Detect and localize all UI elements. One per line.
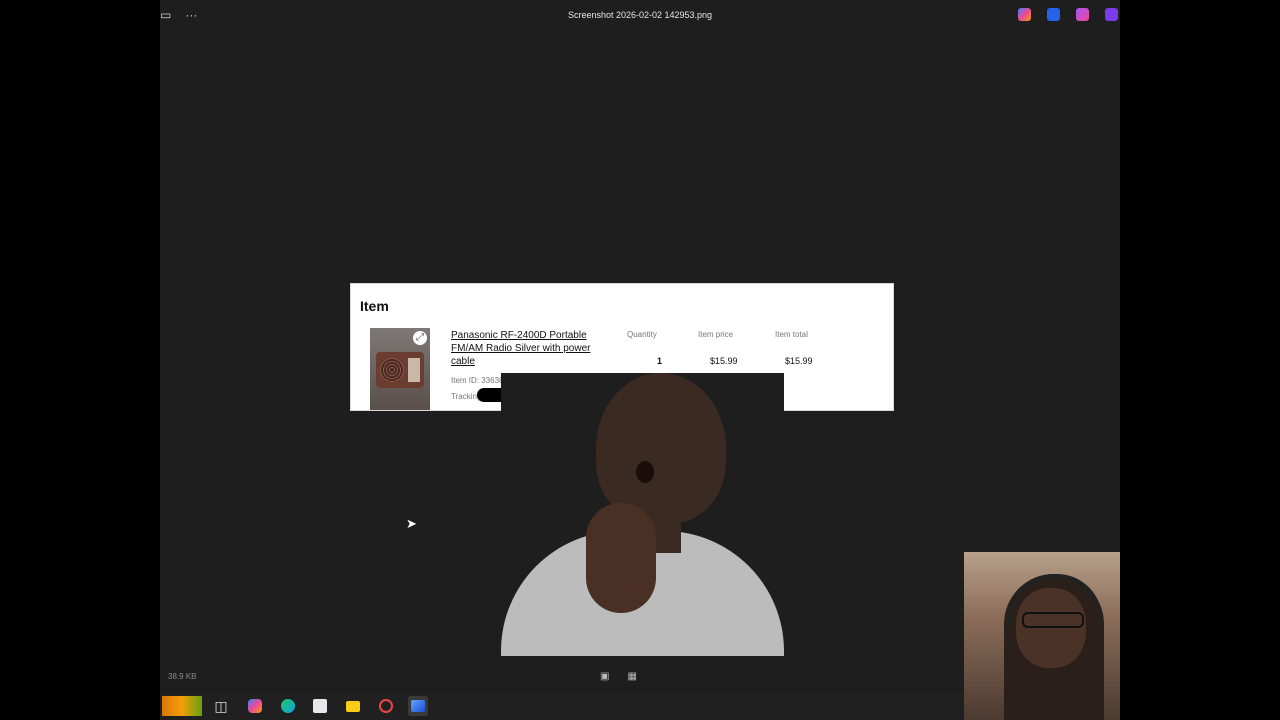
edit-image-icon[interactable] (1047, 8, 1060, 21)
item-total-header: Item total (775, 330, 808, 339)
mouse-cursor-icon: ➤ (406, 516, 417, 531)
expand-icon[interactable]: ⤢ (413, 331, 427, 345)
widgets-icon[interactable] (162, 696, 202, 716)
title-bar-tools (1018, 8, 1118, 21)
actual-size-icon[interactable]: ▦ (627, 671, 636, 682)
overlay-head (596, 373, 726, 523)
radio-image (376, 352, 424, 388)
overlay-mouth (636, 461, 654, 483)
view-controls: ▣ ▦ (600, 671, 637, 682)
store-icon[interactable] (310, 696, 330, 716)
item-price-header: Item price (698, 330, 734, 339)
headset-icon (1008, 574, 1102, 628)
quantity-header: Quantity (627, 330, 657, 339)
fit-to-window-icon[interactable]: ▣ (600, 671, 609, 682)
product-thumbnail[interactable]: ⤢ (370, 328, 430, 410)
reaction-overlay-image (501, 373, 784, 656)
radio-dial (408, 358, 420, 382)
clipchamp-icon[interactable] (1105, 8, 1118, 21)
radio-speaker (380, 358, 404, 382)
photos-app-icon[interactable] (408, 696, 428, 716)
window-title: Screenshot 2026-02-02 142953.png (567, 10, 713, 20)
file-size: 38.9 KB (168, 672, 197, 681)
file-explorer-icon[interactable] (343, 696, 363, 716)
item-total-value: $15.99 (785, 356, 813, 366)
item-title-link[interactable]: Panasonic RF-2400D Portable FM/AM Radio … (451, 329, 601, 368)
media-app-icon[interactable] (376, 696, 396, 716)
quantity-value: 1 (657, 356, 663, 366)
designer-icon[interactable] (1076, 8, 1089, 21)
task-view-icon[interactable]: ◫ (211, 696, 231, 716)
edge-icon[interactable] (278, 696, 298, 716)
copilot-icon[interactable] (1018, 8, 1031, 21)
overlay-hand (586, 503, 656, 613)
webcam-overlay (964, 552, 1120, 720)
card-title: Item (360, 298, 389, 314)
item-price-value: $15.99 (710, 356, 738, 366)
title-bar: ▭ ··· Screenshot 2026-02-02 142953.png (160, 0, 1120, 32)
copilot-taskbar-icon[interactable] (245, 696, 265, 716)
